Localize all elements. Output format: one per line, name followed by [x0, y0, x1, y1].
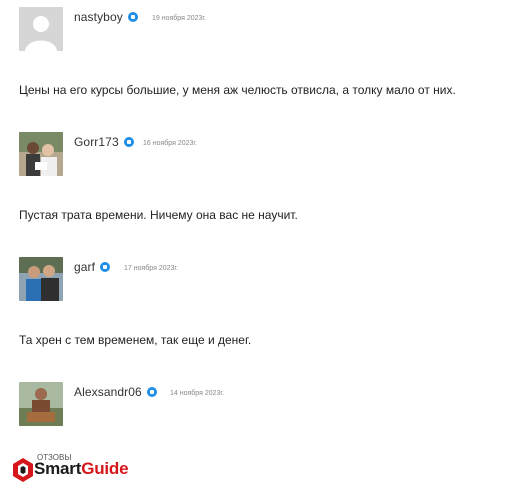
verified-badge-icon	[123, 137, 134, 147]
comment-author[interactable]: Gorr173	[74, 135, 134, 149]
avatar[interactable]	[19, 382, 63, 426]
verified-badge-icon	[127, 12, 138, 22]
logo-smart: Smart	[34, 459, 82, 478]
verified-badge-icon	[146, 387, 157, 397]
logo-guide: Guide	[81, 459, 129, 478]
comment-date: 14 ноября 2023г.	[170, 390, 225, 397]
author-name[interactable]: garf	[74, 260, 95, 274]
logo-mark-icon	[13, 458, 33, 482]
avatar[interactable]	[19, 257, 63, 301]
comment-author[interactable]: garf	[74, 260, 111, 274]
comment-text: Пустая трата времени. Ничему она вас не …	[19, 208, 298, 222]
author-name[interactable]: nastyboy	[74, 10, 123, 24]
comment-text: Цены на его курсы большие, у меня аж чел…	[19, 83, 456, 97]
default-avatar-icon[interactable]	[19, 7, 63, 51]
author-name[interactable]: Alexsandr06	[74, 385, 142, 399]
comment-date: 16 ноября 2023г.	[143, 140, 198, 147]
author-name[interactable]: Gorr173	[74, 135, 119, 149]
comment-author[interactable]: nastyboy	[74, 10, 138, 24]
verified-badge-icon	[100, 262, 111, 272]
comment-text: Та хрен с тем временем, так еще и денег.	[19, 333, 252, 347]
comment-date: 19 ноября 2023г.	[152, 15, 207, 22]
logo-wordmark: SmartGuide	[34, 459, 129, 479]
comment-date: 17 ноября 2023г.	[124, 265, 179, 272]
avatar[interactable]	[19, 132, 63, 176]
comment-author[interactable]: Alexsandr06	[74, 385, 157, 399]
